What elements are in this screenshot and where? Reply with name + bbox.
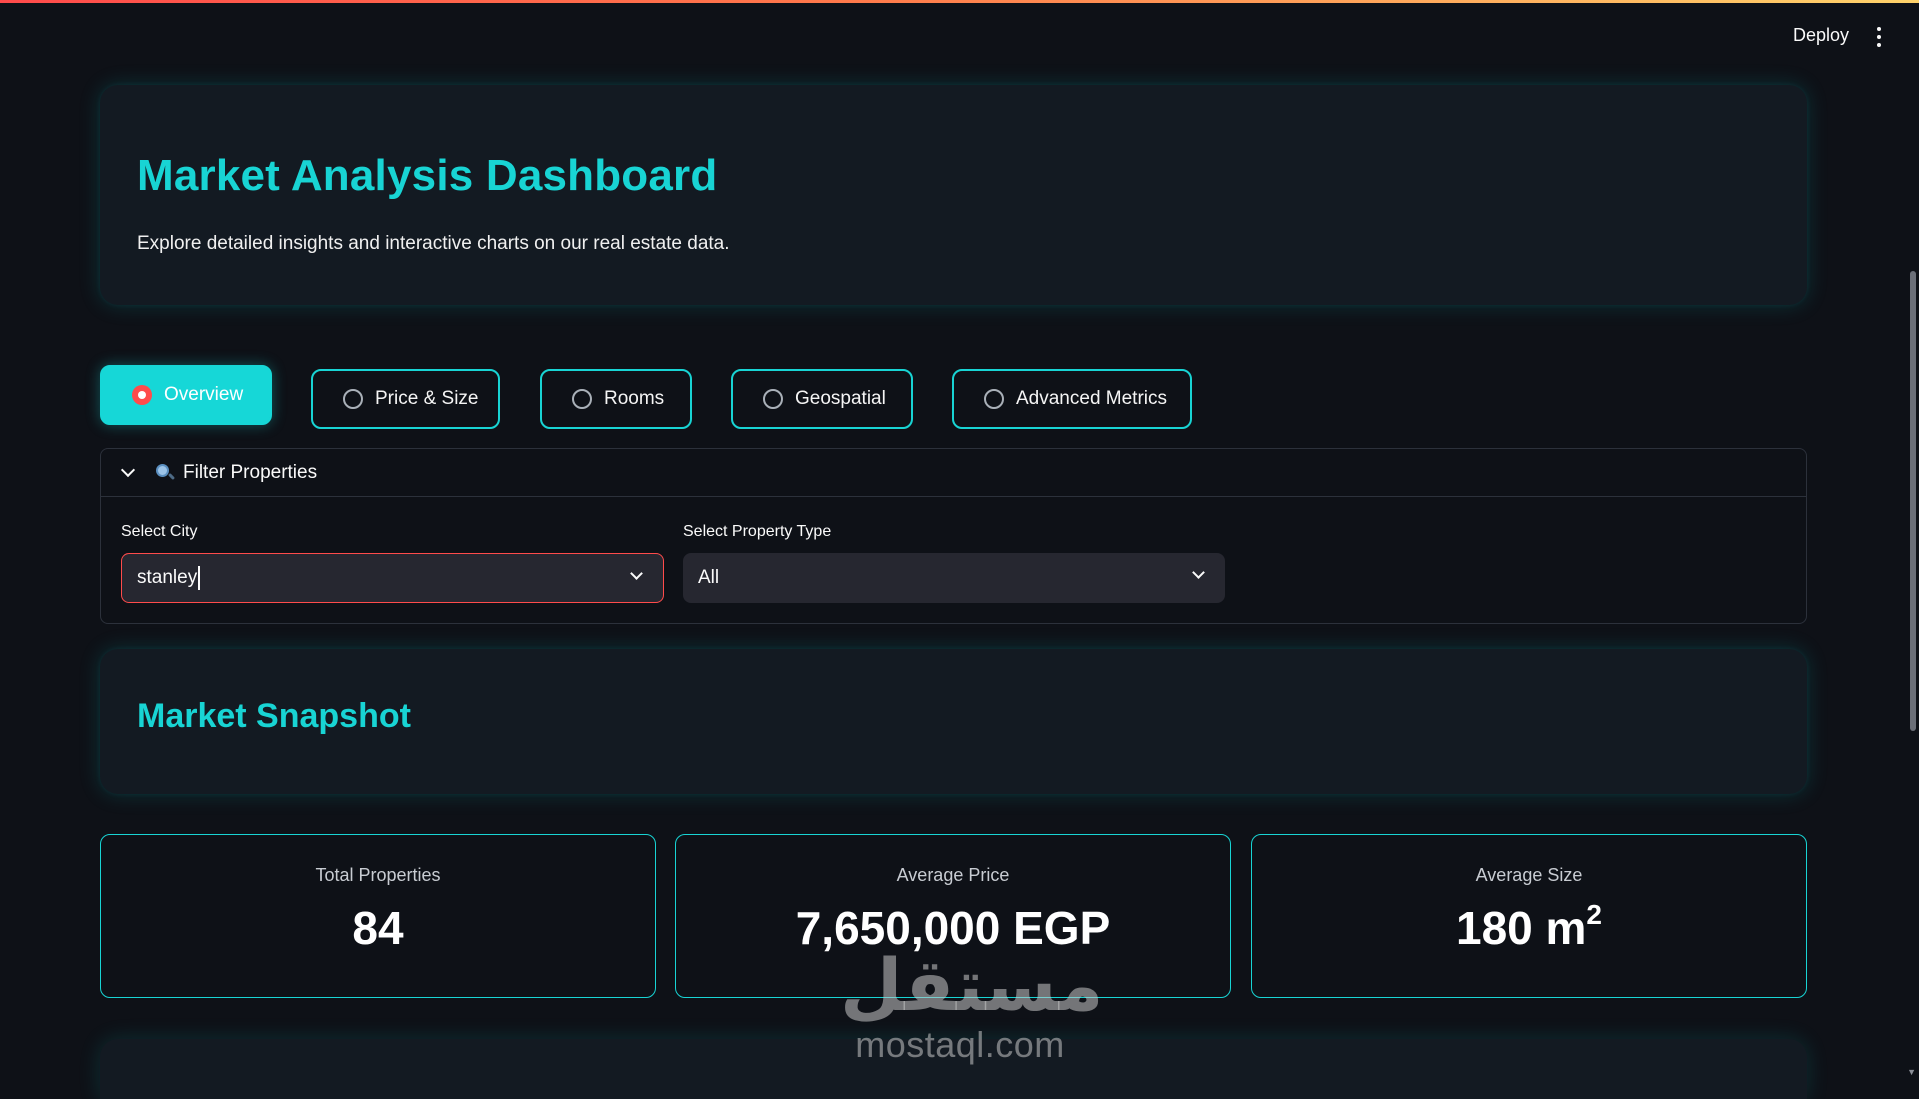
metric-value: 180 m2 bbox=[1455, 898, 1602, 954]
metric-label: Average Size bbox=[1475, 865, 1583, 885]
tab-geospatial[interactable]: Geospatial bbox=[731, 369, 913, 429]
page-subtitle: Explore detailed insights and interactiv… bbox=[137, 233, 730, 254]
unit-superscript: 2 bbox=[1586, 898, 1602, 930]
radio-unselected-icon bbox=[984, 389, 1004, 409]
section-title: Market Snapshot bbox=[137, 697, 411, 735]
tab-label: Advanced Metrics bbox=[1016, 388, 1168, 409]
property-type-select[interactable]: All bbox=[683, 553, 1225, 603]
tab-rooms[interactable]: Rooms bbox=[540, 369, 692, 429]
metric-average-price: Average Price 7,650,000 EGP bbox=[675, 834, 1231, 998]
tab-label: Geospatial bbox=[795, 388, 886, 409]
property-type-select-label: Select Property Type bbox=[683, 523, 832, 540]
scrollbar-thumb[interactable] bbox=[1910, 271, 1916, 731]
page-title: Market Analysis Dashboard bbox=[137, 151, 718, 200]
metric-label: Total Properties bbox=[315, 865, 441, 885]
city-select-label: Select City bbox=[121, 523, 198, 540]
app-header: Deploy bbox=[0, 3, 1919, 71]
radio-unselected-icon bbox=[763, 389, 783, 409]
radio-selected-icon bbox=[132, 385, 152, 405]
radio-unselected-icon bbox=[572, 389, 592, 409]
tab-label: Rooms bbox=[604, 388, 665, 409]
market-snapshot-card: Market Snapshot bbox=[100, 649, 1807, 794]
tab-price-size[interactable]: Price & Size bbox=[311, 369, 500, 429]
next-section-card bbox=[100, 1039, 1807, 1099]
chevron-down-icon bbox=[120, 462, 136, 477]
metric-label: Average Price bbox=[896, 865, 1010, 885]
tab-advanced-metrics[interactable]: Advanced Metrics bbox=[952, 369, 1192, 429]
metric-total-properties: Total Properties 84 bbox=[100, 834, 656, 998]
radio-unselected-icon bbox=[343, 389, 363, 409]
metric-average-size: Average Size 180 m2 bbox=[1251, 834, 1807, 998]
metric-value: 7,650,000 EGP bbox=[795, 902, 1111, 954]
tab-label: Overview bbox=[164, 384, 244, 405]
filter-title: Filter Properties bbox=[183, 461, 318, 483]
deploy-button[interactable]: Deploy bbox=[1793, 25, 1849, 46]
tab-label: Price & Size bbox=[375, 388, 479, 409]
scroll-down-arrow-icon[interactable]: ▼ bbox=[1907, 1067, 1916, 1077]
chevron-down-icon bbox=[630, 567, 643, 580]
city-select-value: stanley bbox=[137, 567, 198, 588]
tab-overview[interactable]: Overview bbox=[100, 365, 272, 425]
city-select[interactable]: stanley bbox=[121, 553, 664, 603]
filter-expander-header[interactable]: Filter Properties bbox=[101, 449, 1806, 497]
search-icon bbox=[155, 463, 176, 483]
text-cursor bbox=[198, 566, 201, 590]
property-type-select-value: All bbox=[698, 567, 720, 588]
page-scrollbar[interactable]: ▼ bbox=[1905, 71, 1919, 1079]
metric-value: 84 bbox=[352, 902, 404, 954]
section-tabs: Overview Price & Size Rooms Geospatial A… bbox=[100, 365, 1807, 429]
three-dots-vertical-icon[interactable] bbox=[1869, 23, 1889, 51]
filter-expander: Filter Properties Select City stanley Se… bbox=[100, 448, 1807, 624]
chevron-down-icon bbox=[1192, 566, 1205, 579]
hero-card: Market Analysis Dashboard Explore detail… bbox=[100, 85, 1807, 305]
